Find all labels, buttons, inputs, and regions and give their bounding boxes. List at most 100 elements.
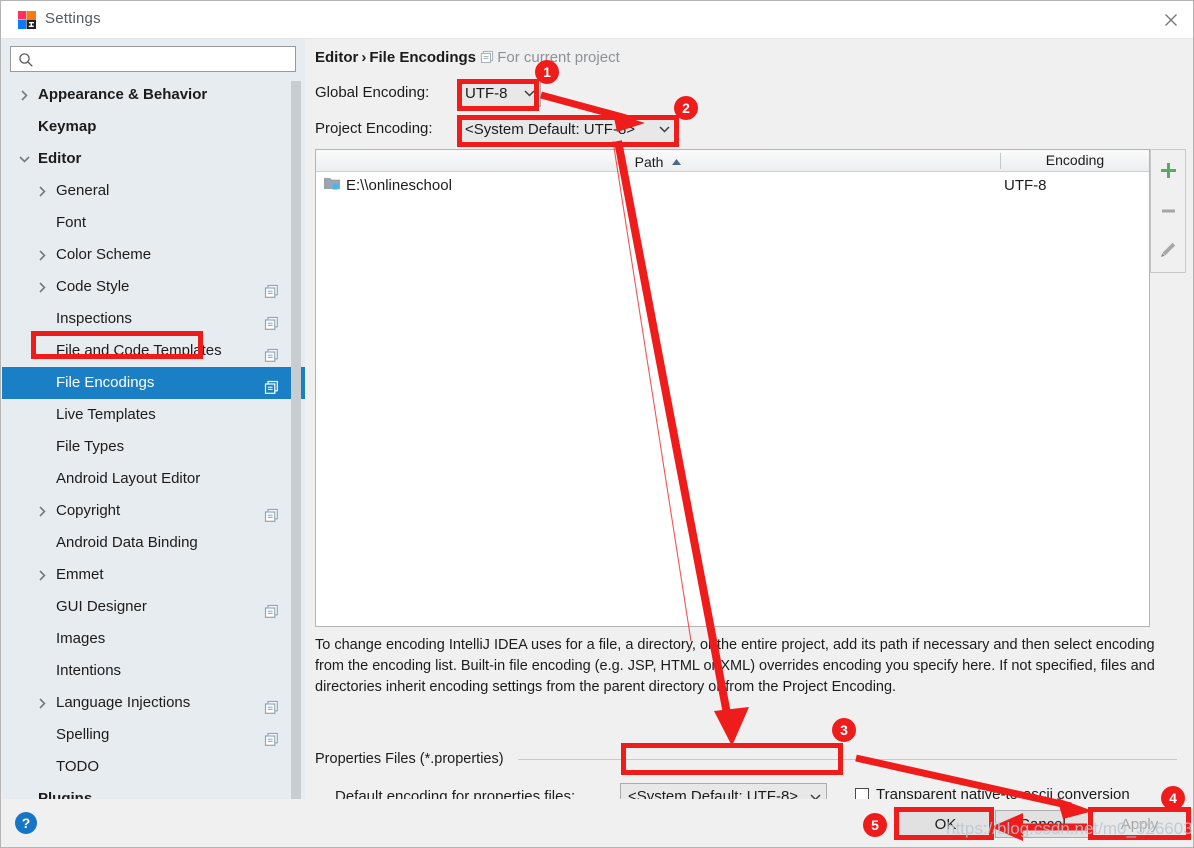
sidebar-item-android-layout-editor[interactable]: Android Layout Editor [2,463,305,495]
window-title: Settings [45,10,101,27]
settings-sidebar: Appearance & Behavior Keymap Editor General… [2,39,305,799]
chevron-right-icon[interactable] [34,239,50,271]
file-encodings-panel: Editor › File Encodings For current projec… [305,39,1193,810]
settings-dialog: Settings Appearance & Behavior Keymap Edit… [0,0,1194,848]
sidebar-item-label: Color Scheme [56,246,152,263]
chevron-right-icon[interactable] [34,559,50,591]
sidebar-item-intentions[interactable]: Intentions [2,655,305,687]
sidebar-item-label: Language Injections [56,694,191,711]
sidebar-item-label: TODO [56,758,100,775]
sidebar-item-file-and-code-templates[interactable]: File and Code Templates [2,335,305,367]
sidebar-item-label: Editor [38,150,82,167]
table-cell-path: E:\\onlineschool [324,172,452,199]
chevron-right-icon[interactable] [34,687,50,719]
sidebar-item-label: Live Templates [56,406,156,423]
sidebar-item-label: Android Data Binding [56,534,198,551]
sidebar-item-inspections[interactable]: Inspections [2,303,305,335]
sidebar-item-file-encodings[interactable]: File Encodings [2,367,305,399]
sidebar-scrollbar[interactable] [291,81,301,799]
column-header-path-label: Path [634,154,664,170]
sidebar-item-label: Android Layout Editor [56,470,201,487]
sidebar-item-editor[interactable]: Editor [2,143,305,175]
search-box[interactable] [10,46,296,73]
global-encoding-label: Global Encoding: [315,84,430,101]
table-row[interactable]: E:\\onlineschool UTF-8 [316,172,1149,199]
project-encoding-value: <System Default: UTF-8> [465,120,636,138]
project-scope-icon [264,343,279,362]
chevron-right-icon[interactable] [34,271,50,303]
sidebar-item-todo[interactable]: TODO [2,751,305,783]
column-header-encoding[interactable]: Encoding [1001,150,1149,171]
sidebar-item-emmet[interactable]: Emmet [2,559,305,591]
sidebar-item-label: General [56,182,110,199]
add-path-button[interactable] [1151,150,1185,190]
sidebar-item-file-types[interactable]: File Types [2,431,305,463]
project-encoding-combobox[interactable]: <System Default: UTF-8> [457,115,676,143]
breadcrumb-root[interactable]: Editor [315,49,358,66]
edit-path-button[interactable] [1151,230,1185,270]
chevron-down-icon[interactable] [16,143,32,175]
apply-button[interactable]: Apply [1092,810,1187,838]
sidebar-item-label: Code Style [56,278,130,295]
chevron-down-icon [653,125,675,133]
sidebar-item-appearance-behavior[interactable]: Appearance & Behavior [2,79,305,111]
properties-files-group-label: Properties Files (*.properties) [315,751,511,767]
table-cell-encoding[interactable]: UTF-8 [1004,172,1047,199]
search-input[interactable] [41,47,295,73]
sidebar-item-images[interactable]: Images [2,623,305,655]
sidebar-item-android-data-binding[interactable]: Android Data Binding [2,527,305,559]
sidebar-item-general[interactable]: General [2,175,305,207]
column-header-path[interactable]: Path [316,150,1000,171]
sidebar-item-label: File Encodings [56,374,155,391]
chevron-right-icon[interactable] [34,495,50,527]
table-toolbar [1150,149,1186,273]
sidebar-item-label: Emmet [56,566,104,583]
project-scope-icon [264,727,279,746]
sidebar-item-gui-designer[interactable]: GUI Designer [2,591,305,623]
ok-button[interactable]: OK [898,810,993,838]
sidebar-item-label: GUI Designer [56,598,147,615]
sidebar-item-color-scheme[interactable]: Color Scheme [2,239,305,271]
project-scope-label: For current project [480,49,620,66]
remove-path-button[interactable] [1151,190,1185,230]
encodings-help-text: To change encoding IntelliJ IDEA uses fo… [315,637,1155,695]
sidebar-item-label: Font [56,214,87,231]
cancel-button[interactable]: Cancel [995,810,1090,838]
global-encoding-value: UTF-8 [465,84,508,102]
project-encoding-label: Project Encoding: [315,120,433,137]
sidebar-item-spelling[interactable]: Spelling [2,719,305,751]
project-scope-icon [264,599,279,618]
sidebar-item-live-templates[interactable]: Live Templates [2,399,305,431]
table-cell-path-text: E:\\onlineschool [346,177,452,194]
sidebar-item-copyright[interactable]: Copyright [2,495,305,527]
table-header-row: Path Encoding [316,150,1149,172]
chevron-right-icon[interactable] [34,175,50,207]
table-body: E:\\onlineschool UTF-8 [316,172,1149,199]
project-scope-text: For current project [497,49,620,66]
sidebar-item-font[interactable]: Font [2,207,305,239]
sidebar-item-label: Keymap [38,118,97,135]
sidebar-item-label: File Types [56,438,125,455]
project-scope-icon [264,503,279,522]
settings-tree[interactable]: Appearance & Behavior Keymap Editor General… [2,79,305,799]
sidebar-item-keymap[interactable]: Keymap [2,111,305,143]
project-scope-icon [264,279,279,298]
help-button[interactable]: ? [15,812,37,834]
global-encoding-combobox[interactable]: UTF-8 [457,79,541,107]
sidebar-item-label: Inspections [56,310,132,327]
project-scope-icon [264,375,279,394]
sidebar-item-code-style[interactable]: Code Style [2,271,305,303]
properties-files-group: Properties Files (*.properties) [315,751,1177,767]
sidebar-item-language-injections[interactable]: Language Injections [2,687,305,719]
sidebar-item-label: Copyright [56,502,121,519]
sidebar-item-plugins[interactable]: Plugins [2,783,305,799]
chevron-right-icon[interactable] [16,79,32,111]
breadcrumb-separator: › [361,49,367,66]
folder-icon [324,172,340,199]
close-window-button[interactable] [1147,1,1193,38]
title-bar: Settings [1,1,1193,39]
breadcrumb: Editor › File Encodings For current projec… [315,49,620,68]
sidebar-item-label: Plugins [38,790,93,799]
sort-ascending-icon [672,150,682,171]
encodings-table[interactable]: Path Encoding E:\\onlineschool UTF-8 [315,149,1150,627]
